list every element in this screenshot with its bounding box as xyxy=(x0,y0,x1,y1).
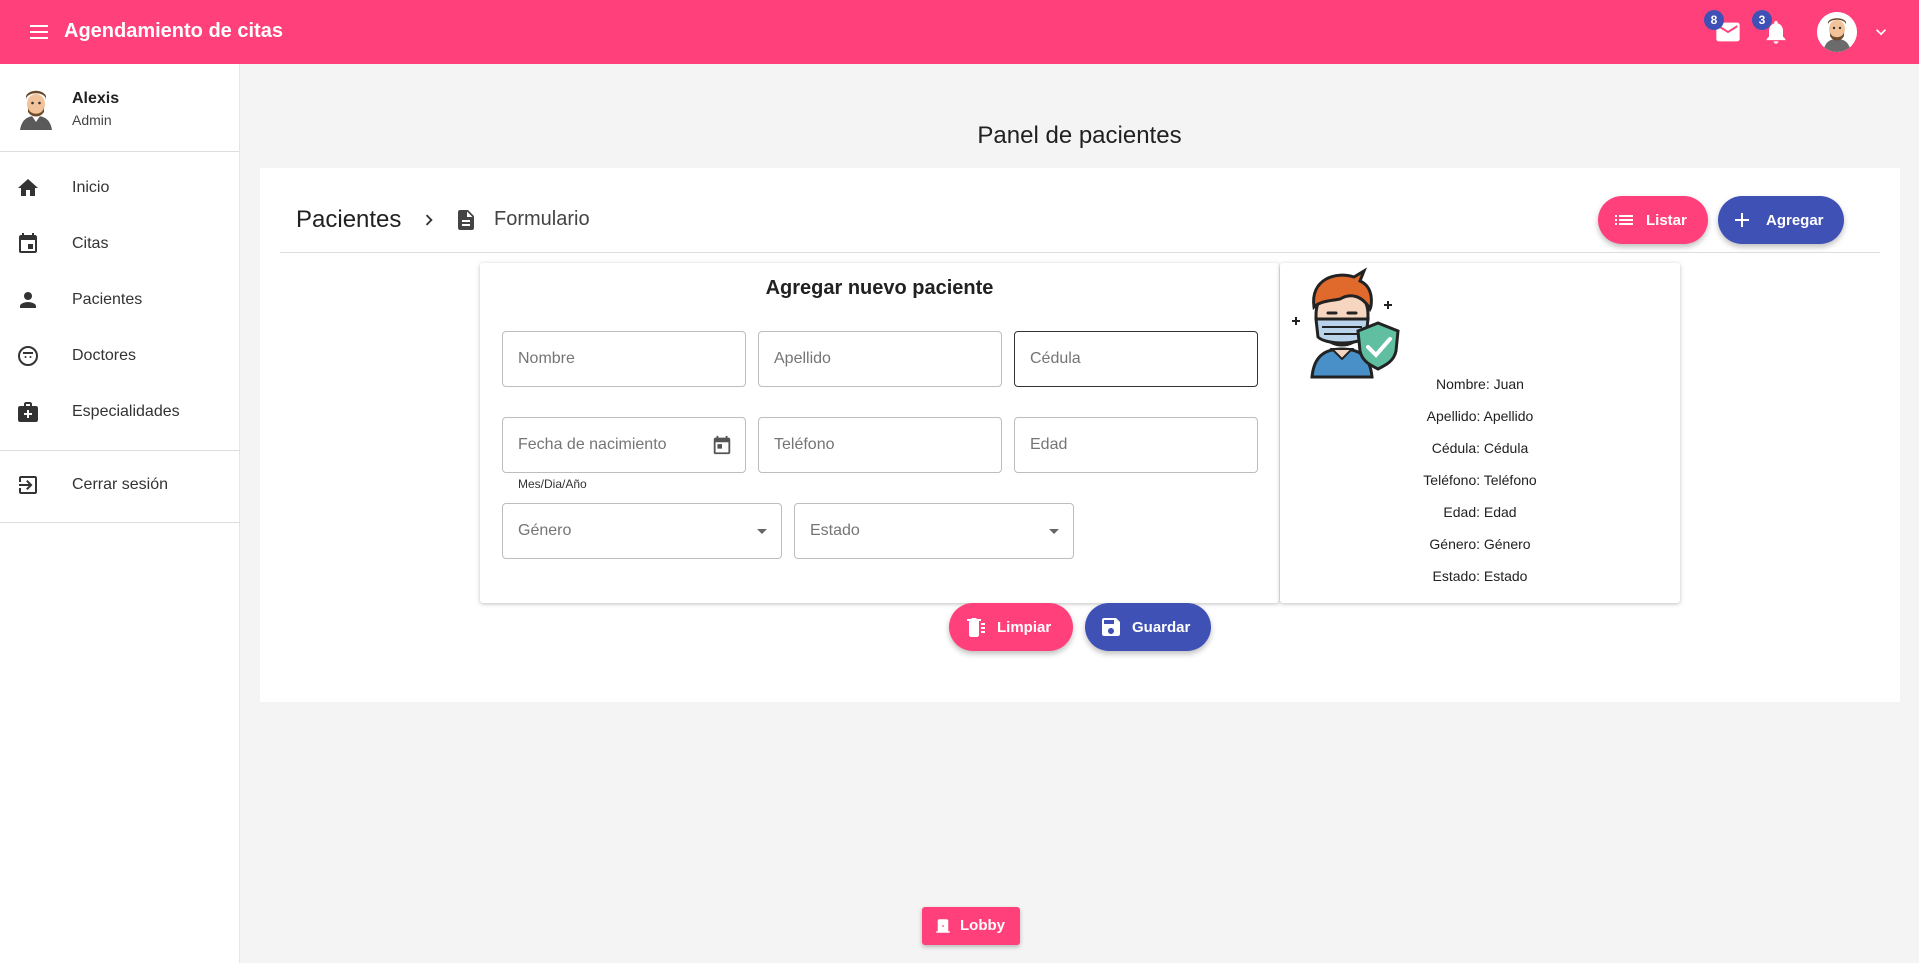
app-title: Agendamiento de citas xyxy=(64,20,283,42)
logout-icon xyxy=(19,476,37,494)
medical-bag-icon xyxy=(18,402,38,422)
preview-line: Género: Género xyxy=(1429,536,1531,552)
form-title: Agregar nuevo paciente xyxy=(765,277,994,299)
status-select[interactable]: Estado xyxy=(794,503,1074,559)
avatar xyxy=(16,86,56,130)
save-icon xyxy=(1102,618,1120,636)
birthdate-field[interactable]: Fecha de nacimiento xyxy=(502,417,746,473)
avatar[interactable] xyxy=(1817,12,1857,52)
sidebar-item-label: Especialidades xyxy=(72,403,180,420)
home-icon xyxy=(18,179,38,196)
breadcrumb: Pacientes Formulario xyxy=(296,205,590,235)
sidebar-item-logout[interactable]: Cerrar sesión xyxy=(0,457,240,513)
door-icon xyxy=(936,919,950,933)
telefono-placeholder: Teléfono xyxy=(774,436,835,453)
sidebar: Alexis Admin Inicio Citas Pacientes Doct… xyxy=(0,64,240,963)
save-button-label: Guardar xyxy=(1132,618,1191,636)
user-name: Alexis xyxy=(72,90,120,107)
calendar-icon xyxy=(19,233,37,253)
sidebar-item-label: Doctores xyxy=(72,347,137,364)
notification-badge: 3 xyxy=(1752,10,1772,30)
plus-icon xyxy=(1735,213,1749,227)
birthdate-placeholder: Fecha de nacimiento xyxy=(518,436,667,453)
gender-select[interactable]: Género xyxy=(502,503,782,559)
clear-button[interactable]: Limpiar xyxy=(949,603,1073,651)
menu-icon[interactable] xyxy=(24,20,54,44)
page-title: Panel de pacientes xyxy=(977,122,1182,149)
person-icon xyxy=(20,292,36,308)
sidebar-item-doctores[interactable]: Doctores xyxy=(0,328,240,384)
preview-line: Edad: Edad xyxy=(1443,504,1517,520)
user-avatar-icon xyxy=(1817,12,1857,52)
mail-badge: 8 xyxy=(1704,10,1724,30)
add-button[interactable]: Agregar xyxy=(1718,196,1844,244)
document-icon xyxy=(458,210,474,230)
sidebar-item-pacientes[interactable]: Pacientes xyxy=(0,272,240,328)
dropdown-arrow-icon xyxy=(1049,529,1059,534)
sidebar-item-label: Cerrar sesión xyxy=(72,476,169,493)
user-role: Admin xyxy=(72,112,112,128)
user-profile: Alexis Admin xyxy=(0,64,239,152)
list-button-label: Listar xyxy=(1646,211,1687,229)
notifications-button[interactable]: 3 xyxy=(1752,10,1790,46)
user-avatar-icon xyxy=(20,90,52,130)
sidebar-divider xyxy=(0,450,240,451)
cedula-field[interactable]: Cédula xyxy=(1014,331,1258,387)
sidebar-item-citas[interactable]: Citas xyxy=(0,216,240,272)
status-placeholder: Estado xyxy=(810,522,860,539)
list-icon xyxy=(1615,215,1633,225)
sidebar-item-label: Pacientes xyxy=(72,291,143,308)
patient-form-card: Agregar nuevo paciente Nombre Apellido C… xyxy=(480,263,1279,603)
preview-line: Estado: Estado xyxy=(1432,568,1528,584)
add-button-label: Agregar xyxy=(1766,211,1824,229)
header-divider xyxy=(280,252,1880,253)
clear-all-icon xyxy=(967,618,985,637)
doctor-icon xyxy=(18,346,38,366)
lobby-button-label: Lobby xyxy=(960,917,1005,934)
sidebar-item-label: Inicio xyxy=(72,179,110,196)
sidebar-item-label: Citas xyxy=(72,235,109,252)
list-button[interactable]: Listar xyxy=(1598,196,1708,244)
nombre-field[interactable]: Nombre xyxy=(502,331,746,387)
edad-placeholder: Edad xyxy=(1030,436,1068,453)
patient-preview-card: Nombre: Juan Apellido: Apellido Cédula: … xyxy=(1280,263,1680,603)
chevron-down-icon[interactable] xyxy=(1871,22,1891,42)
edad-field[interactable]: Edad xyxy=(1014,417,1258,473)
clear-button-label: Limpiar xyxy=(997,618,1052,636)
lobby-button[interactable]: Lobby xyxy=(922,907,1020,945)
telefono-field[interactable]: Teléfono xyxy=(758,417,1002,473)
top-app-bar: Agendamiento de citas 8 3 xyxy=(0,0,1919,64)
preview-line: Nombre: Juan xyxy=(1436,376,1524,392)
preview-line: Apellido: Apellido xyxy=(1426,408,1534,424)
cedula-placeholder: Cédula xyxy=(1030,350,1081,367)
breadcrumb-root[interactable]: Pacientes xyxy=(296,206,401,234)
preview-line: Cédula: Cédula xyxy=(1431,440,1529,456)
apellido-placeholder: Apellido xyxy=(774,350,831,367)
gender-placeholder: Género xyxy=(518,522,572,539)
chevron-right-icon xyxy=(425,214,433,226)
mail-button[interactable]: 8 xyxy=(1704,10,1742,46)
save-button[interactable]: Guardar xyxy=(1085,603,1211,651)
breadcrumb-current: Formulario xyxy=(494,208,590,230)
birthdate-hint: Mes/Dia/Año xyxy=(518,477,587,491)
nombre-placeholder: Nombre xyxy=(518,350,575,367)
dropdown-arrow-icon xyxy=(757,529,767,534)
sidebar-divider xyxy=(0,522,240,523)
sidebar-item-especialidades[interactable]: Especialidades xyxy=(0,384,240,440)
calendar-icon[interactable] xyxy=(711,433,733,457)
masked-patient-illustration xyxy=(1292,267,1400,379)
apellido-field[interactable]: Apellido xyxy=(758,331,1002,387)
preview-line: Teléfono: Teléfono xyxy=(1423,472,1537,488)
sidebar-item-inicio[interactable]: Inicio xyxy=(0,160,240,216)
